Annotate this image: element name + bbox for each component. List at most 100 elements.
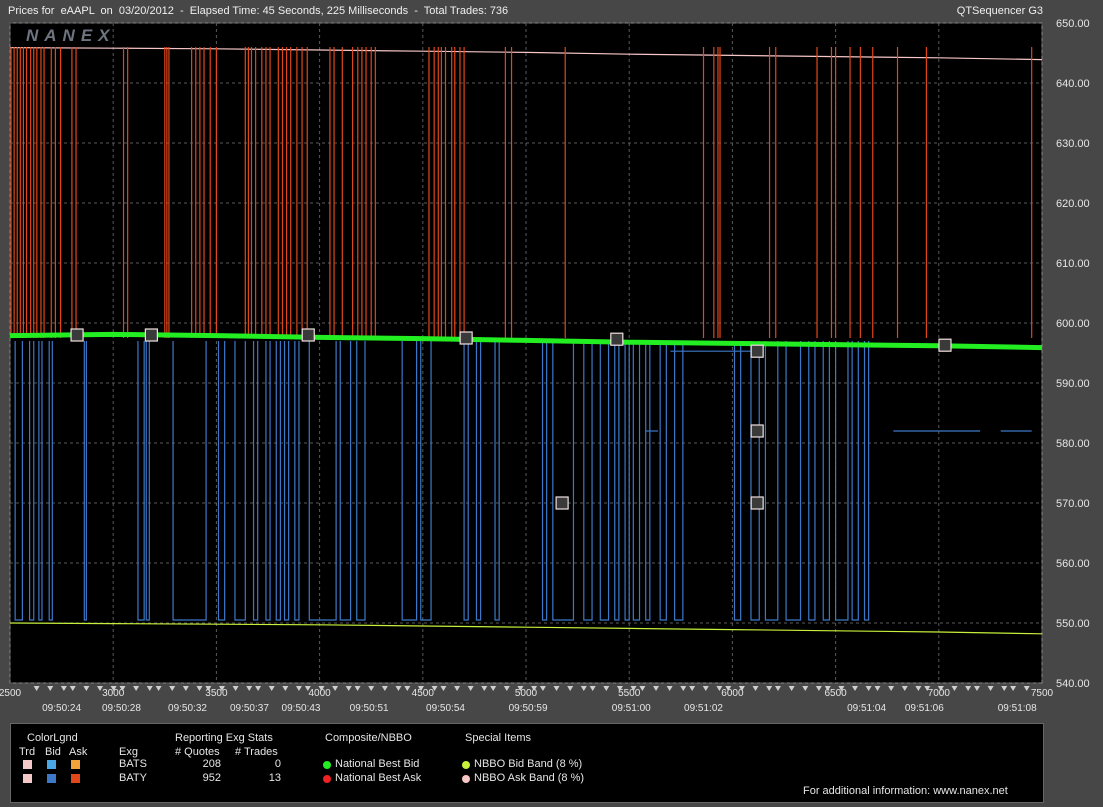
baty-trades: 13 (268, 772, 281, 784)
col-trades: # Trades (235, 746, 278, 758)
x-time-label: 09:50:32 (168, 703, 207, 714)
trade-tick-triangle (354, 686, 361, 691)
trade-tick-triangle (689, 686, 696, 691)
x-time-label: 09:51:04 (847, 703, 886, 714)
trade-tick-triangle (752, 686, 759, 691)
col-exg: Exg (119, 746, 138, 758)
trade-tick-triangle (232, 686, 239, 691)
x-time-label: 09:50:54 (426, 703, 465, 714)
trade-tick-triangle (603, 686, 610, 691)
x-time-label: 09:51:00 (612, 703, 651, 714)
trade-tick-triangle (440, 686, 447, 691)
trade-tick-triangle (567, 686, 574, 691)
x-time-label: 09:50:43 (282, 703, 321, 714)
legend-panel: ColorLgnd Trd Bid Ask Exg BATS BATY Repo… (10, 723, 1044, 803)
trade-tick-triangle (255, 686, 262, 691)
nbo-label: National Best Ask (335, 772, 422, 784)
trade-tick-triangle (182, 686, 189, 691)
trade-tick-triangle (268, 686, 275, 691)
price-chart: NANEX 540.00 550.00 560.00 570.00 580.00 590.0… (0, 18, 1090, 714)
trade-tick-triangle (246, 686, 253, 691)
baty-bid-swatch (47, 774, 56, 783)
trade-tick-triangle (973, 686, 980, 691)
y-tick-label: 580.00 (1056, 438, 1090, 450)
x-time-label: 09:50:28 (102, 703, 141, 714)
color-legend-title: ColorLgnd (27, 732, 78, 744)
trade-tick-triangle (395, 686, 402, 691)
trade-marker (70, 328, 84, 342)
trade-tick-triangle (345, 686, 352, 691)
trade-tick-triangle (702, 686, 709, 691)
trade-tick-triangle (901, 686, 908, 691)
trade-tick-triangle (666, 686, 673, 691)
trade-tick-triangle (589, 686, 596, 691)
trade-marker (750, 496, 764, 510)
x-time-label: 09:50:37 (230, 703, 269, 714)
trade-tick-triangle (467, 686, 474, 691)
x-tick-label: 7000 (928, 688, 951, 699)
col-quotes: # Quotes (175, 746, 220, 758)
y-tick-label: 650.00 (1056, 18, 1090, 30)
trade-tick-triangle (503, 686, 510, 691)
nanex-watermark: NANEX (26, 26, 116, 45)
trade-tick-triangle (553, 686, 560, 691)
x-time-label: 09:51:06 (905, 703, 944, 714)
trade-marker (610, 332, 624, 346)
trade-marker (750, 424, 764, 438)
trade-tick-triangle (865, 686, 872, 691)
trade-tick-triangle (169, 686, 176, 691)
trade-marker (301, 328, 315, 342)
trade-tick-triangle (1023, 686, 1030, 691)
x-time-label: 09:50:24 (42, 703, 81, 714)
trade-tick-triangle (951, 686, 958, 691)
y-tick-label: 570.00 (1056, 498, 1090, 510)
exg-baty: BATY (119, 772, 147, 784)
col-bid: Bid (45, 746, 61, 758)
bats-bid-swatch (47, 760, 56, 769)
trade-tick-triangle (196, 686, 203, 691)
bats-trade-swatch (23, 760, 32, 769)
trade-tick-triangle (888, 686, 895, 691)
ask-band-label: NBBO Ask Band (8 %) (474, 772, 585, 784)
trade-tick-triangle (580, 686, 587, 691)
y-tick-label: 630.00 (1056, 138, 1090, 150)
x-tick-label: 2500 (0, 688, 22, 699)
trade-tick-triangle (815, 686, 822, 691)
y-tick-label: 540.00 (1056, 678, 1090, 690)
bid-band-label: NBBO Bid Band (8 %) (474, 758, 583, 770)
x-time-label: 09:51:02 (684, 703, 723, 714)
trade-tick-triangle (155, 686, 162, 691)
trade-marker (459, 331, 473, 345)
x-time-label: 09:51:08 (998, 703, 1037, 714)
trade-marker (750, 344, 764, 358)
trade-marker (555, 496, 569, 510)
y-tick-label: 600.00 (1056, 318, 1090, 330)
trade-marker (938, 338, 952, 352)
y-tick-label: 610.00 (1056, 258, 1090, 270)
trade-tick-triangle (1001, 686, 1008, 691)
x-tick-label: 4500 (412, 688, 435, 699)
trade-tick-triangle (490, 686, 497, 691)
trade-tick-triangle (282, 686, 289, 691)
trade-tick-triangle (454, 686, 461, 691)
trade-tick-triangle (60, 686, 67, 691)
ask-band-dot-icon (462, 775, 470, 783)
trade-tick-triangle (915, 686, 922, 691)
trade-tick-triangle (852, 686, 859, 691)
trade-tick-triangle (83, 686, 90, 691)
bats-trades: 0 (274, 758, 281, 770)
nbb-dot-icon (323, 761, 331, 769)
trade-tick-triangle (775, 686, 782, 691)
trade-marker (144, 328, 158, 342)
col-ask: Ask (69, 746, 88, 758)
trade-tick-triangle (69, 686, 76, 691)
x-tick-label: 4000 (308, 688, 331, 699)
y-tick-label: 590.00 (1056, 378, 1090, 390)
x-time-label: 09:50:59 (509, 703, 548, 714)
y-tick-label: 620.00 (1056, 198, 1090, 210)
nbb-label: National Best Bid (335, 758, 420, 770)
y-tick-label: 560.00 (1056, 558, 1090, 570)
footer-link[interactable]: For additional information: www.nanex.ne… (803, 785, 1008, 797)
trade-tick-triangle (788, 686, 795, 691)
trade-tick-triangle (381, 686, 388, 691)
